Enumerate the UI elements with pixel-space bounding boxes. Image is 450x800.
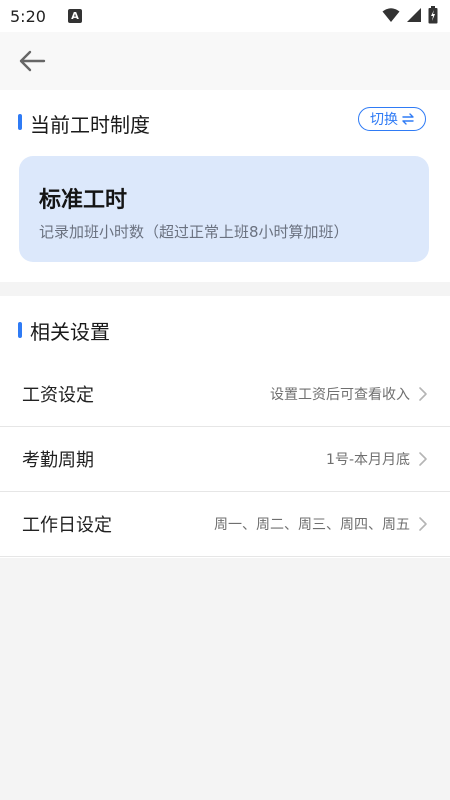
section-accent-bar: [18, 114, 22, 130]
work-mode-description: 记录加班小时数（超过正常上班8小时算加班）: [39, 223, 349, 241]
work-mode-card: 标准工时 记录加班小时数（超过正常上班8小时算加班）: [19, 156, 429, 262]
settings-row-salary[interactable]: 工资设定 设置工资后可查看收入: [0, 362, 450, 426]
row-value: 设置工资后可查看收入: [270, 387, 410, 403]
row-label: 工作日设定: [22, 515, 112, 536]
wifi-icon: [382, 8, 400, 22]
row-value: 1号-本月月底: [326, 452, 410, 468]
row-label: 考勤周期: [22, 450, 94, 471]
row-value: 周一、周二、周三、周四、周五: [214, 517, 410, 533]
switch-button[interactable]: 切换: [358, 107, 426, 131]
back-arrow-icon: [19, 50, 46, 72]
settings-section-title: 相关设置: [30, 320, 110, 344]
row-divider: [0, 556, 450, 557]
chevron-right-icon: [419, 517, 427, 531]
settings-row-attendance-cycle[interactable]: 考勤周期 1号-本月月底: [0, 427, 450, 491]
chevron-right-icon: [419, 452, 427, 466]
row-label: 工资设定: [22, 385, 94, 406]
current-section-title: 当前工时制度: [30, 113, 150, 137]
swap-arrows-icon: [402, 113, 414, 125]
top-bar: [0, 32, 450, 90]
status-bar: 5:20 A: [0, 0, 450, 32]
work-mode-title: 标准工时: [39, 188, 128, 213]
signal-icon: [407, 8, 421, 22]
chevron-right-icon: [419, 387, 427, 401]
section-accent-bar: [18, 322, 22, 338]
status-time: 5:20: [10, 6, 46, 26]
settings-row-workdays[interactable]: 工作日设定 周一、周二、周三、周四、周五: [0, 492, 450, 556]
switch-label: 切换: [370, 112, 398, 128]
back-button[interactable]: [12, 44, 52, 78]
settings-section: 相关设置 工资设定 设置工资后可查看收入 考勤周期 1号-本月月底 工作日设定 …: [0, 296, 450, 558]
status-icons: [382, 6, 438, 24]
notification-a-icon: A: [67, 9, 82, 23]
battery-icon: [428, 6, 438, 24]
